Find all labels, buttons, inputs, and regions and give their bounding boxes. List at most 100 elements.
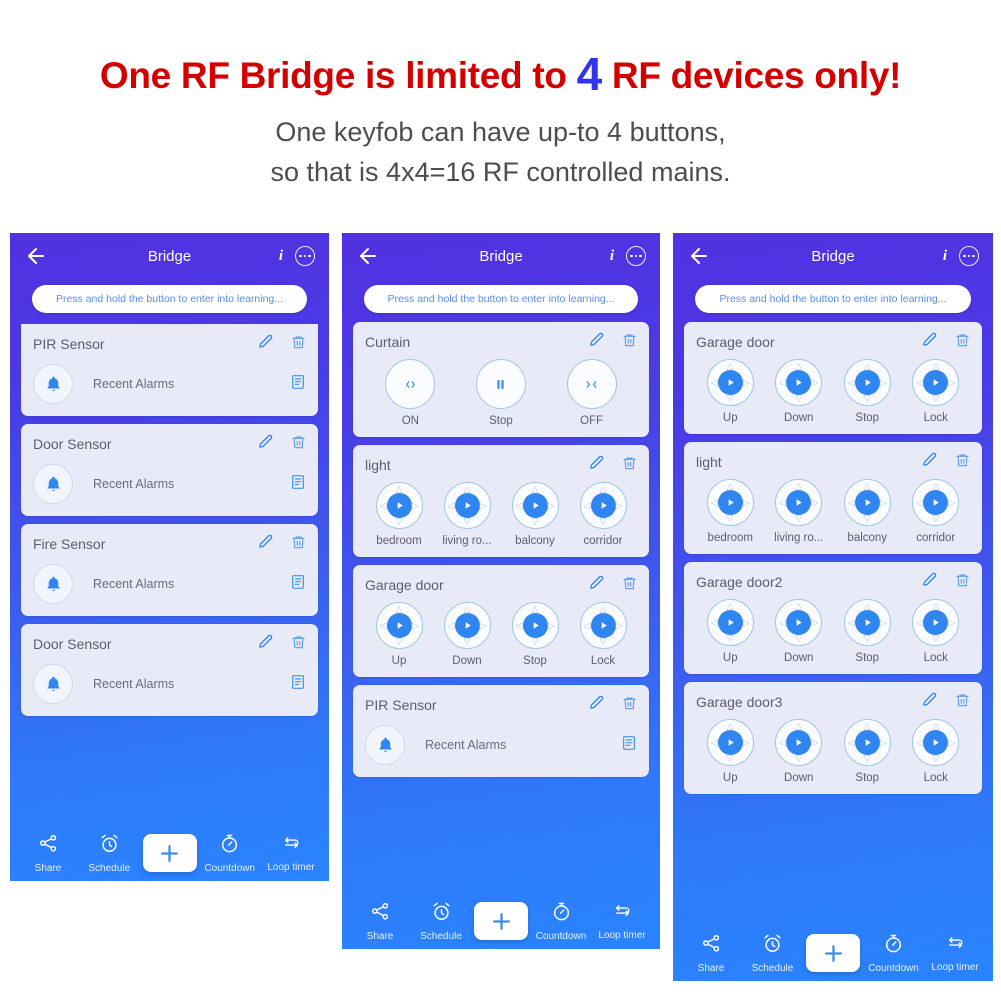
edit-pencil-icon[interactable] [589,695,604,715]
device-card-curtain[interactable]: Curtain ON Stop OFF [353,322,649,437]
nav-item-countdown[interactable]: Countdown [202,833,258,874]
edit-pencil-icon[interactable] [258,334,273,354]
nav-item-share[interactable]: Share [20,833,76,874]
device-list[interactable]: Garage door △ ▽ ◁ ▷ Up △ ▽ ◁ ▷ Down △ ▽ ◁ ▷ Stop △ ▽ ◁ ▷ Loc… [673,322,993,925]
device-card-remote[interactable]: Garage door3 △ ▽ ◁ ▷ Up △ ▽ ◁ ▷ Down △ ▽ ◁ ▷ Stop △ ▽ ◁ ▷ Lo… [684,682,982,794]
play-button-core[interactable] [454,613,480,638]
curtain-on-button[interactable] [385,359,436,409]
device-card-remote[interactable]: Garage door △ ▽ ◁ ▷ Up △ ▽ ◁ ▷ Down △ ▽ ◁ ▷ Stop △ ▽ ◁ ▷ Loc… [684,322,982,434]
trash-icon[interactable] [622,575,637,596]
back-arrow-icon[interactable] [687,244,711,268]
trash-icon[interactable] [291,634,306,655]
trash-icon[interactable] [291,334,306,355]
more-options-icon[interactable] [626,246,646,266]
edit-pencil-icon[interactable] [258,634,273,654]
rf-remote-button[interactable]: △ ▽ ◁ ▷ [706,599,754,646]
sensor-alarm-row[interactable]: Recent Alarms [33,564,306,606]
learning-hint-banner[interactable]: Press and hold the button to enter into … [695,285,971,313]
play-button-core[interactable] [717,370,743,395]
edit-pencil-icon[interactable] [922,332,937,352]
play-button-core[interactable] [590,493,616,518]
rf-remote-button[interactable]: △ ▽ ◁ ▷ [775,479,823,526]
rf-remote-button[interactable]: △ ▽ ◁ ▷ [912,479,960,526]
bell-icon[interactable] [365,725,405,765]
play-button-core[interactable] [717,490,743,515]
device-card-remote[interactable]: light △ ▽ ◁ ▷ bedroom △ ▽ ◁ ▷ living ro... △ ▽ ◁ ▷ balc… [684,442,982,554]
play-button-core[interactable] [590,613,616,638]
log-list-icon[interactable] [290,473,306,496]
trash-icon[interactable] [955,332,970,353]
play-button-core[interactable] [786,610,812,635]
curtain-stop-button[interactable] [475,359,526,409]
play-button-core[interactable] [386,493,412,518]
device-card-remote[interactable]: Garage door △ ▽ ◁ ▷ Up △ ▽ ◁ ▷ Down △ ▽ ◁ ▷ Stop △ ▽ ◁ ▷ Loc… [353,565,649,677]
nav-item-share[interactable]: Share [352,901,408,942]
nav-item-countdown[interactable]: Countdown [866,933,922,974]
rf-remote-button[interactable]: △ ▽ ◁ ▷ [706,359,754,406]
rf-remote-button[interactable]: △ ▽ ◁ ▷ [511,602,559,649]
nav-item-loop-timer[interactable]: Loop timer [263,833,319,873]
edit-pencil-icon[interactable] [589,332,604,352]
rf-remote-button[interactable]: △ ▽ ◁ ▷ [706,479,754,526]
curtain-off-button[interactable] [566,359,617,409]
play-button-core[interactable] [854,730,880,755]
bell-icon[interactable] [33,564,73,604]
play-button-core[interactable] [854,370,880,395]
log-list-icon[interactable] [290,573,306,596]
edit-pencil-icon[interactable] [922,452,937,472]
nav-item-share[interactable]: Share [683,933,739,974]
trash-icon[interactable] [622,695,637,716]
sensor-alarm-row[interactable]: Recent Alarms [33,464,306,506]
play-button-core[interactable] [522,493,548,518]
edit-pencil-icon[interactable] [589,455,604,475]
bell-icon[interactable] [33,464,73,504]
bell-icon[interactable] [33,364,73,404]
edit-pencil-icon[interactable] [922,692,937,712]
rf-remote-button[interactable]: △ ▽ ◁ ▷ [375,482,423,529]
device-card-sensor[interactable]: PIR Sensor Recent Alarms [21,324,318,416]
back-arrow-icon[interactable] [356,244,380,268]
rf-remote-button[interactable]: △ ▽ ◁ ▷ [912,599,960,646]
play-button-core[interactable] [923,370,949,395]
trash-icon[interactable] [291,534,306,555]
play-button-core[interactable] [923,610,949,635]
trash-icon[interactable] [955,572,970,593]
add-device-button[interactable] [142,834,197,872]
play-button-core[interactable] [717,610,743,635]
rf-remote-button[interactable]: △ ▽ ◁ ▷ [443,602,491,649]
device-card-sensor[interactable]: Door Sensor Recent Alarms [21,424,318,516]
device-card-sensor[interactable]: Fire Sensor Recent Alarms [21,524,318,616]
rf-remote-button[interactable]: △ ▽ ◁ ▷ [579,602,627,649]
nav-item-schedule[interactable]: Schedule [413,901,469,942]
play-button-core[interactable] [454,493,480,518]
back-arrow-icon[interactable] [24,244,48,268]
rf-remote-button[interactable]: △ ▽ ◁ ▷ [775,359,823,406]
nav-item-schedule[interactable]: Schedule [745,933,801,974]
rf-remote-button[interactable]: △ ▽ ◁ ▷ [775,599,823,646]
play-button-core[interactable] [923,730,949,755]
edit-pencil-icon[interactable] [258,534,273,554]
play-button-core[interactable] [717,730,743,755]
rf-remote-button[interactable]: △ ▽ ◁ ▷ [843,599,891,646]
more-options-icon[interactable] [959,246,979,266]
learning-hint-banner[interactable]: Press and hold the button to enter into … [32,285,307,313]
info-icon[interactable]: i [279,248,283,264]
nav-item-loop-timer[interactable]: Loop timer [927,933,983,973]
rf-remote-button[interactable]: △ ▽ ◁ ▷ [706,719,754,766]
edit-pencil-icon[interactable] [589,575,604,595]
rf-remote-button[interactable]: △ ▽ ◁ ▷ [843,479,891,526]
trash-icon[interactable] [955,692,970,713]
device-card-remote[interactable]: Garage door2 △ ▽ ◁ ▷ Up △ ▽ ◁ ▷ Down △ ▽ ◁ ▷ Stop △ ▽ ◁ ▷ Lo… [684,562,982,674]
info-icon[interactable]: i [610,248,614,264]
play-button-core[interactable] [386,613,412,638]
rf-remote-button[interactable]: △ ▽ ◁ ▷ [843,359,891,406]
sensor-alarm-row[interactable]: Recent Alarms [33,364,306,406]
device-list[interactable]: PIR Sensor Recent Alarms Door Sensor Recent… [10,322,329,825]
rf-remote-button[interactable]: △ ▽ ◁ ▷ [912,719,960,766]
rf-remote-button[interactable]: △ ▽ ◁ ▷ [511,482,559,529]
rf-remote-button[interactable]: △ ▽ ◁ ▷ [375,602,423,649]
play-button-core[interactable] [522,613,548,638]
play-button-core[interactable] [854,490,880,515]
device-card-sensor[interactable]: Door Sensor Recent Alarms [21,624,318,716]
rf-remote-button[interactable]: △ ▽ ◁ ▷ [775,719,823,766]
